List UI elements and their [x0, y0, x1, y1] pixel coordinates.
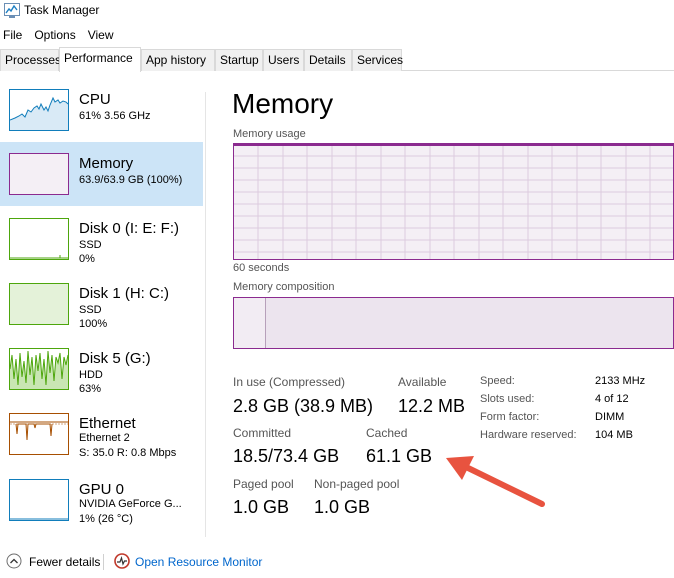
ethernet-thumbnail-graph	[9, 413, 69, 455]
spec-form-factor-value: DIMM	[595, 411, 625, 423]
footer-bar: Fewer details Open Resource Monitor	[0, 548, 674, 576]
sidebar-disk-0-usage: 0%	[79, 253, 95, 265]
committed-label: Committed	[233, 426, 292, 440]
sidebar-item-gpu-0[interactable]: GPU 0 NVIDIA GeForce G... 1% (26 °C)	[0, 468, 203, 532]
menu-view[interactable]: View	[85, 26, 119, 44]
memory-composition-bar	[233, 297, 674, 349]
footer-divider	[103, 554, 104, 570]
sidebar-cpu-usage: 61% 3.56 GHz	[79, 110, 151, 122]
disk-1-thumbnail-graph	[9, 283, 69, 325]
tab-startup[interactable]: Startup	[215, 49, 263, 71]
time-range-label: 60 seconds	[233, 262, 290, 274]
sidebar-item-cpu[interactable]: CPU 61% 3.56 GHz	[0, 78, 203, 142]
available-value: 12.2 MB	[398, 396, 466, 416]
sidebar-disk-1-type: SSD	[79, 304, 102, 316]
available-label: Available	[398, 375, 447, 389]
sidebar-divider	[205, 92, 206, 537]
sidebar-ethernet-throughput: S: 35.0 R: 0.8 Mbps	[79, 447, 177, 459]
cached-value: 61.1 GB	[366, 446, 433, 466]
sidebar-disk-0-type: SSD	[79, 239, 102, 251]
cpu-thumbnail-graph	[9, 89, 69, 131]
annotation-arrow-icon	[446, 456, 545, 507]
sidebar-ethernet-title: Ethernet	[79, 415, 136, 432]
composition-standby-segment	[266, 298, 673, 348]
sidebar-gpu-0-model: NVIDIA GeForce G...	[79, 498, 182, 510]
memory-composition-label: Memory composition	[233, 281, 335, 293]
tab-performance[interactable]: Performance	[59, 47, 141, 72]
sidebar-cpu-title: CPU	[79, 91, 111, 108]
sidebar-disk-1-title: Disk 1 (H: C:)	[79, 285, 169, 302]
task-manager-icon	[4, 3, 20, 18]
disk-5-thumbnail-graph	[9, 348, 69, 390]
chevron-up-circle-icon[interactable]	[6, 553, 22, 569]
sidebar-item-disk-0[interactable]: Disk 0 (I: E: F:) SSD 0%	[0, 207, 203, 271]
tab-app-history[interactable]: App history	[141, 49, 215, 71]
memory-usage-label: Memory usage	[233, 128, 306, 140]
window-title: Task Manager	[24, 3, 100, 17]
spec-slots-label: Slots used:	[480, 393, 535, 405]
tab-processes[interactable]: Processes	[0, 49, 61, 71]
sidebar-disk-5-usage: 63%	[79, 383, 102, 395]
cached-label: Cached	[366, 426, 408, 440]
tab-details[interactable]: Details	[304, 49, 352, 71]
non-paged-pool-label: Non-paged pool	[314, 477, 400, 491]
sidebar-item-disk-1[interactable]: Disk 1 (H: C:) SSD 100%	[0, 272, 203, 336]
sidebar-memory-usage: 63.9/63.9 GB (100%)	[79, 174, 183, 186]
sidebar-item-ethernet[interactable]: Ethernet Ethernet 2 S: 35.0 R: 0.8 Mbps	[0, 402, 203, 466]
spec-hardware-reserved-label: Hardware reserved:	[480, 429, 577, 441]
memory-thumbnail-graph	[9, 153, 69, 195]
page-title: Memory	[232, 88, 334, 119]
sidebar-item-memory[interactable]: Memory 63.9/63.9 GB (100%)	[0, 142, 203, 206]
menu-file[interactable]: File	[0, 26, 27, 44]
paged-pool-value: 1.0 GB	[233, 497, 290, 517]
sidebar-memory-title: Memory	[79, 155, 134, 172]
in-use-value: 2.8 GB (38.9 MB)	[233, 396, 374, 416]
sidebar-disk-1-usage: 100%	[79, 318, 108, 330]
open-resource-monitor-link[interactable]: Open Resource Monitor	[135, 555, 262, 569]
title-bar: Task Manager	[0, 0, 674, 22]
sidebar-item-disk-5[interactable]: Disk 5 (G:) HDD 63%	[0, 337, 203, 401]
performance-sidebar: CPU 61% 3.56 GHz Memory 63.9/63.9 GB (10…	[0, 78, 205, 543]
menu-options[interactable]: Options	[31, 26, 80, 44]
spec-hardware-reserved-value: 104 MB	[595, 429, 633, 441]
tab-strip: Processes Performance App history Startu…	[0, 47, 674, 72]
sidebar-disk-5-title: Disk 5 (G:)	[79, 350, 151, 367]
sidebar-disk-0-title: Disk 0 (I: E: F:)	[79, 220, 180, 237]
tab-services[interactable]: Services	[352, 49, 403, 71]
sidebar-gpu-0-usage: 1% (26 °C)	[79, 513, 133, 525]
fewer-details-link[interactable]: Fewer details	[29, 555, 100, 569]
non-paged-pool-value: 1.0 GB	[314, 497, 371, 517]
spec-speed-value: 2133 MHz	[595, 375, 646, 387]
spec-form-factor-label: Form factor:	[480, 411, 540, 423]
menu-bar: File Options View	[0, 26, 123, 44]
sidebar-ethernet-adapter: Ethernet 2	[79, 432, 130, 444]
gpu-0-thumbnail-graph	[9, 479, 69, 521]
sidebar-disk-5-type: HDD	[79, 369, 103, 381]
paged-pool-label: Paged pool	[233, 477, 294, 491]
spec-speed-label: Speed:	[480, 375, 515, 387]
in-use-label: In use (Compressed)	[233, 375, 346, 389]
memory-usage-graph	[233, 143, 674, 260]
resource-monitor-icon	[114, 553, 130, 569]
sidebar-gpu-0-title: GPU 0	[79, 481, 125, 498]
tab-users[interactable]: Users	[263, 49, 304, 71]
composition-in-use-segment	[234, 298, 266, 348]
disk-0-thumbnail-graph	[9, 218, 69, 260]
committed-value: 18.5/73.4 GB	[233, 446, 340, 466]
spec-slots-value: 4 of 12	[595, 393, 629, 405]
